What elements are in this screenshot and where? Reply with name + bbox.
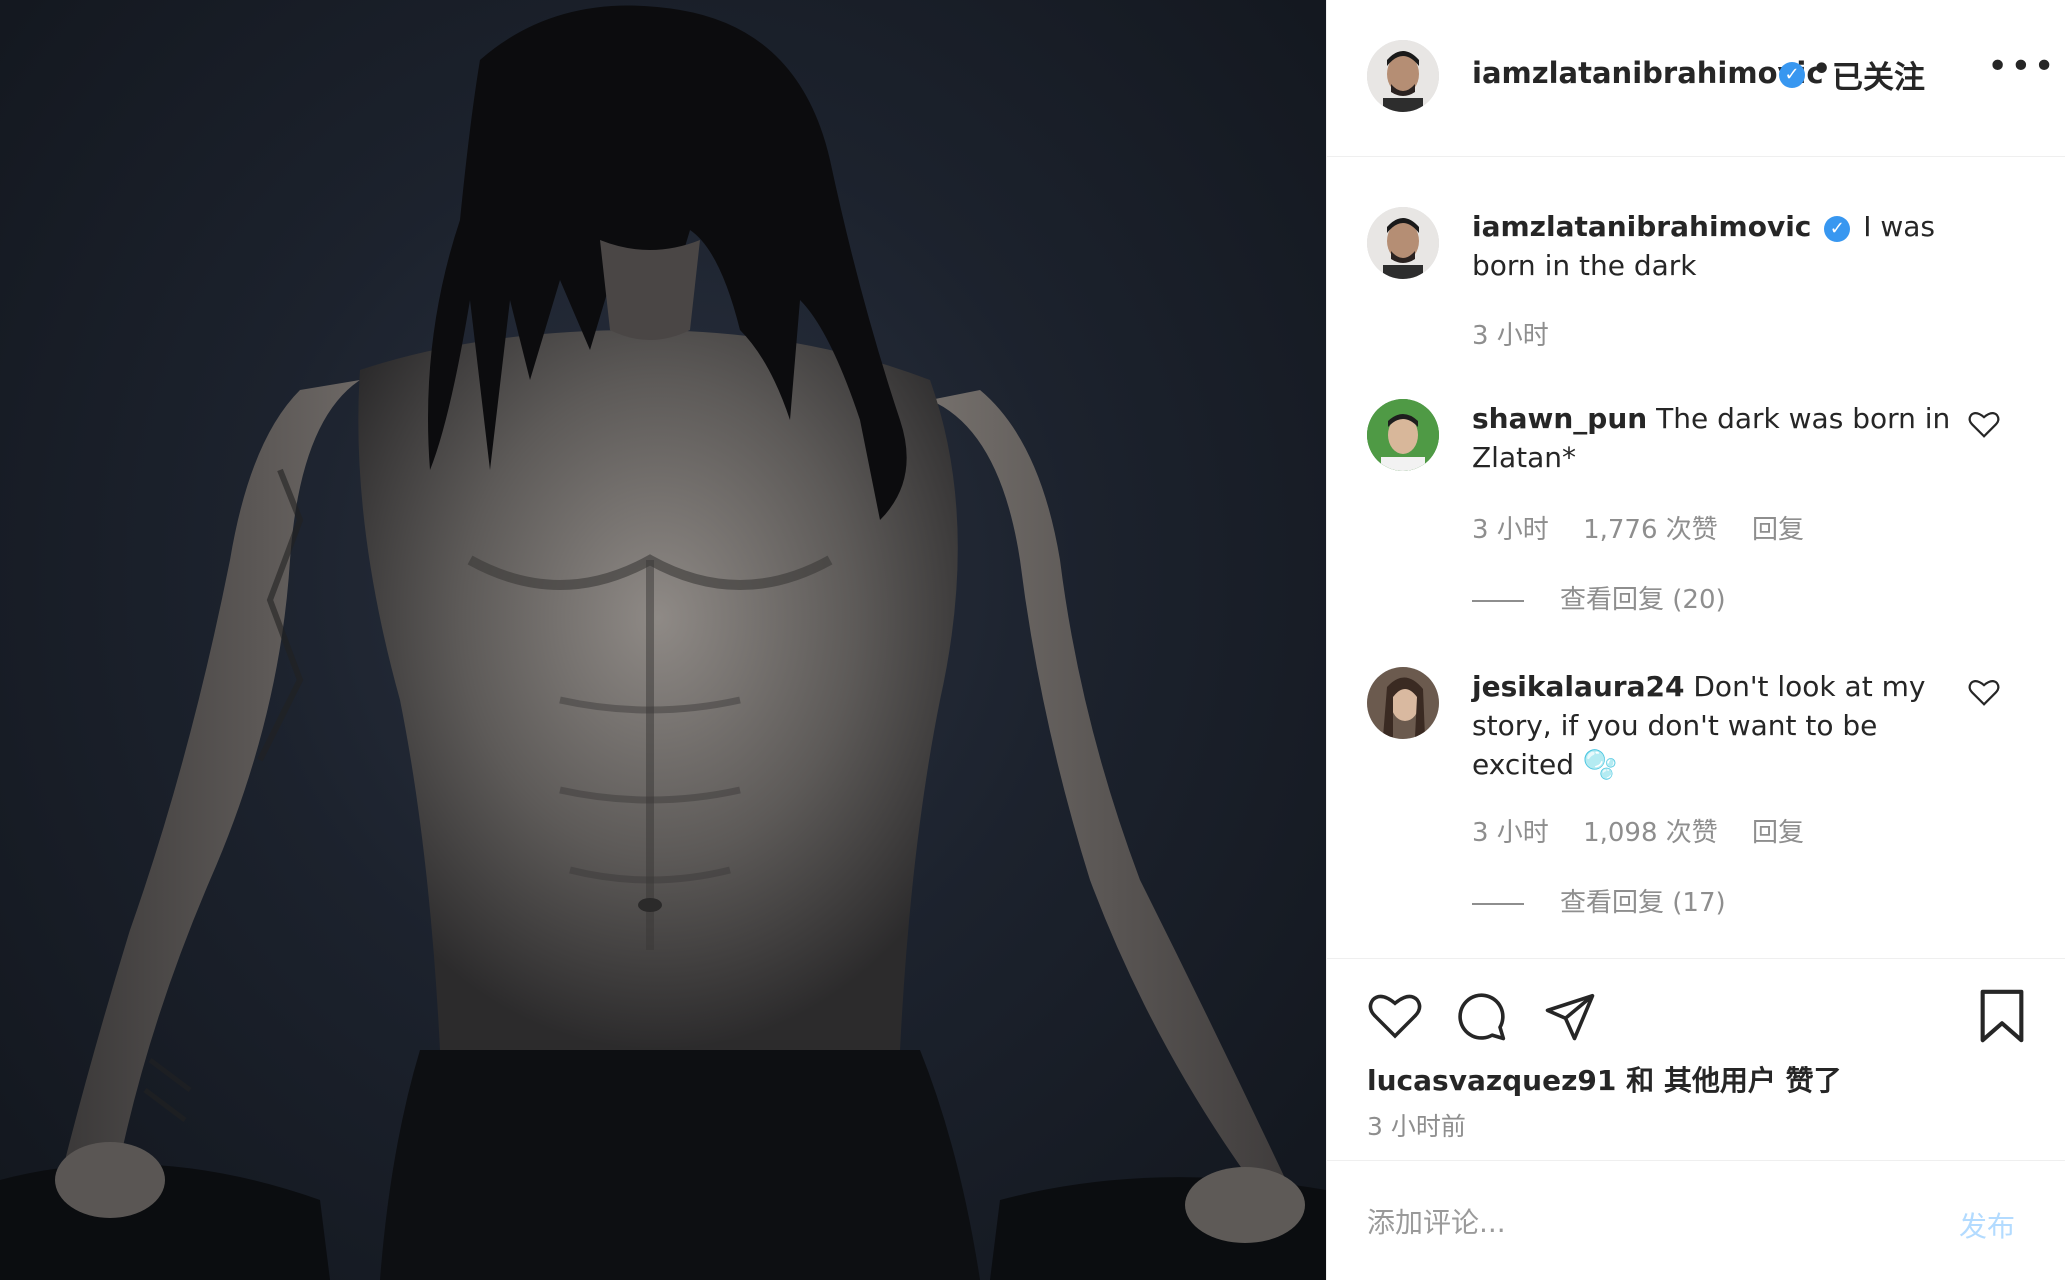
comment-time: 3 小时 bbox=[1472, 818, 1549, 848]
comment-like-heart-icon[interactable] bbox=[1967, 677, 2001, 707]
caption-avatar-image bbox=[1367, 207, 1439, 279]
header-separator: • bbox=[1812, 52, 1832, 87]
post-comment-button[interactable]: 发布 bbox=[1959, 1205, 2015, 1245]
comment-time: 3 小时 bbox=[1472, 515, 1549, 545]
post-timestamp: 3 小时前 bbox=[1367, 1112, 1466, 1141]
caption-author-avatar[interactable] bbox=[1367, 207, 1439, 279]
likes-user[interactable]: lucasvazquez91 bbox=[1367, 1064, 1616, 1097]
author-avatar-image bbox=[1367, 40, 1439, 112]
post-header: iamzlatanibrahimovic ✓ • 已关注 ••• bbox=[1327, 0, 2065, 157]
post-photo-illustration bbox=[0, 5, 1326, 1280]
view-replies-divider bbox=[1472, 599, 1524, 602]
commenter-avatar-image bbox=[1367, 667, 1439, 739]
heart-icon[interactable] bbox=[1367, 989, 1423, 1041]
caption-text-block: iamzlatanibrahimovic ✓ I was born in the… bbox=[1472, 207, 2002, 285]
comment-icon[interactable] bbox=[1455, 989, 1509, 1043]
post-side-panel: iamzlatanibrahimovic ✓ • 已关注 ••• iamzlat… bbox=[1326, 0, 2065, 1280]
comments-section: iamzlatanibrahimovic ✓ I was born in the… bbox=[1327, 157, 2065, 957]
comment-reply-button[interactable]: 回复 bbox=[1752, 818, 1804, 848]
likes-summary[interactable]: lucasvazquez91 和 其他用户 赞了 bbox=[1367, 1059, 1842, 1099]
comment-reply-button[interactable]: 回复 bbox=[1752, 515, 1804, 545]
author-username[interactable]: iamzlatanibrahimovic bbox=[1472, 56, 1824, 90]
post-photo[interactable] bbox=[0, 0, 1326, 1280]
view-replies-label: 查看回复 (20) bbox=[1560, 585, 1726, 615]
verified-badge-icon: ✓ bbox=[1779, 62, 1805, 88]
comment-meta: 3 小时 1,098 次赞 回复 bbox=[1472, 812, 1830, 849]
add-comment-bar: 发布 bbox=[1327, 1160, 2065, 1280]
comment-input[interactable] bbox=[1367, 1201, 1927, 1243]
comment-like-count[interactable]: 1,098 次赞 bbox=[1583, 818, 1718, 848]
bookmark-icon[interactable] bbox=[1977, 987, 2027, 1045]
view-replies-button[interactable]: 查看回复 (20) bbox=[1472, 579, 1726, 616]
view-replies-label: 查看回复 (17) bbox=[1560, 888, 1726, 918]
more-options-icon[interactable]: ••• bbox=[1987, 46, 2057, 87]
comment-like-count[interactable]: 1,776 次赞 bbox=[1583, 515, 1718, 545]
comment-meta: 3 小时 1,776 次赞 回复 bbox=[1472, 509, 1830, 546]
view-replies-divider bbox=[1472, 902, 1524, 905]
caption-username[interactable]: iamzlatanibrahimovic bbox=[1472, 210, 1811, 243]
post-actions-bar: lucasvazquez91 和 其他用户 赞了 3 小时前 bbox=[1327, 958, 2065, 1158]
comment-username[interactable]: shawn_pun bbox=[1472, 402, 1647, 435]
commenter-avatar-image bbox=[1367, 399, 1439, 471]
view-replies-button[interactable]: 查看回复 (17) bbox=[1472, 882, 1726, 919]
commenter-avatar[interactable] bbox=[1367, 399, 1439, 471]
comment-text-block: shawn_pun The dark was born in Zlatan* bbox=[1472, 399, 1972, 477]
likes-rest: 和 其他用户 赞了 bbox=[1616, 1064, 1842, 1097]
caption-verified-badge-icon: ✓ bbox=[1824, 216, 1851, 242]
comment-text-block: jesikalaura24 Don't look at my story, if… bbox=[1472, 667, 1972, 784]
share-icon[interactable] bbox=[1543, 989, 1597, 1043]
commenter-avatar[interactable] bbox=[1367, 667, 1439, 739]
instagram-post: iamzlatanibrahimovic ✓ • 已关注 ••• iamzlat… bbox=[0, 0, 2065, 1280]
follow-status-button[interactable]: 已关注 bbox=[1832, 52, 1925, 97]
comment-like-heart-icon[interactable] bbox=[1967, 409, 2001, 439]
author-avatar[interactable] bbox=[1367, 40, 1439, 112]
caption-time: 3 小时 bbox=[1472, 321, 1549, 351]
comment-username[interactable]: jesikalaura24 bbox=[1472, 670, 1684, 703]
caption-meta: 3 小时 bbox=[1472, 315, 1575, 352]
